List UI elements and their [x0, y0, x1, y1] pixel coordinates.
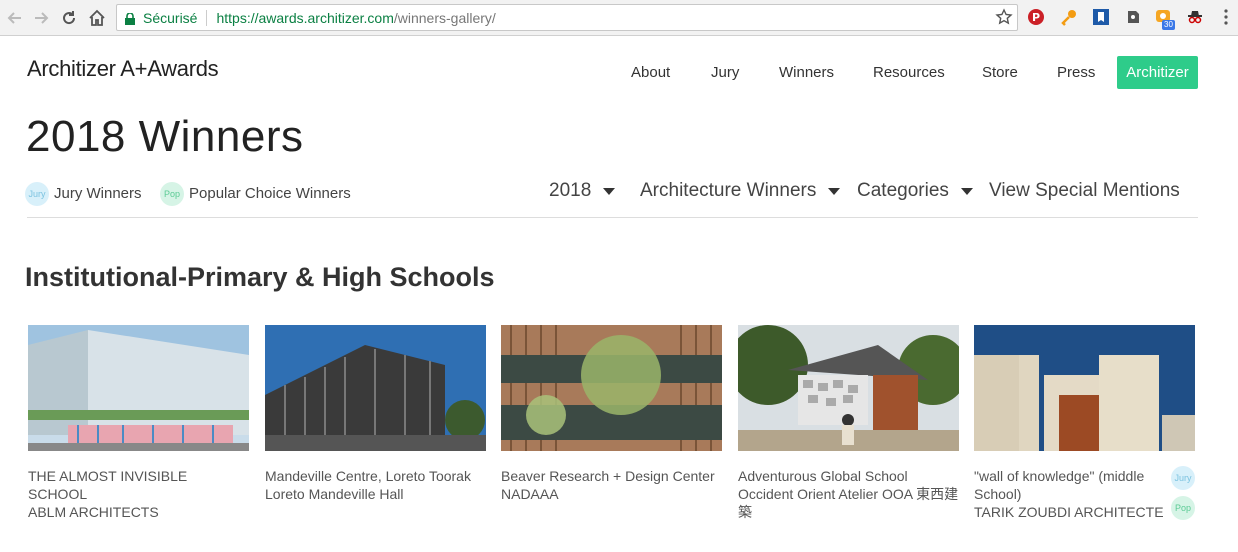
key-extension-icon[interactable]	[1060, 8, 1078, 26]
jury-badge-icon: Jury	[25, 182, 49, 206]
address-bar[interactable]: Sécurisé https://awards.architizer.com/w…	[116, 4, 1018, 31]
forward-arrow-icon[interactable]	[30, 7, 52, 29]
project-card[interactable]: Adventurous Global School Occident Orien…	[738, 325, 959, 521]
nav-about[interactable]: About	[631, 64, 670, 81]
divider	[27, 217, 1198, 218]
lock-icon	[125, 11, 135, 25]
popular-choice-label: Popular Choice Winners	[189, 185, 351, 202]
project-image[interactable]	[974, 325, 1195, 451]
menu-kebab-icon[interactable]	[1217, 8, 1235, 26]
extension-badge-count: 30	[1162, 20, 1175, 30]
url-text: https://awards.architizer.com/winners-ga…	[216, 10, 495, 26]
project-firm[interactable]: TARIK ZOUBDI ARCHITECTE	[974, 503, 1195, 521]
project-title[interactable]: THE ALMOST INVISIBLE SCHOOL	[28, 467, 249, 503]
page-title: 2018 Winners	[26, 112, 304, 161]
project-title[interactable]: "wall of knowledge" (middle School)	[974, 467, 1195, 503]
chevron-down-icon	[828, 187, 841, 195]
browser-toolbar: Sécurisé https://awards.architizer.com/w…	[0, 0, 1238, 36]
project-title[interactable]: Adventurous Global School	[738, 467, 959, 485]
incognito-icon[interactable]	[1186, 8, 1204, 26]
categories-dropdown[interactable]: Categories	[857, 180, 973, 202]
categories-label: Categories	[857, 180, 949, 201]
bookmark-extension-icon[interactable]	[1092, 8, 1110, 26]
project-firm[interactable]: Loreto Mandeville Hall	[265, 485, 486, 503]
extension-with-badge-icon[interactable]: 30	[1155, 8, 1175, 30]
nav-resources[interactable]: Resources	[873, 64, 945, 81]
nav-jury[interactable]: Jury	[711, 64, 739, 81]
year-dropdown[interactable]: 2018	[549, 180, 616, 202]
year-dropdown-label: 2018	[549, 180, 592, 201]
divider	[206, 9, 208, 26]
project-card[interactable]: Mandeville Centre, Loreto Toorak Loreto …	[265, 325, 486, 503]
winner-type-label: Architecture Winners	[640, 180, 817, 201]
project-card[interactable]: "wall of knowledge" (middle School) TARI…	[974, 325, 1195, 521]
special-mentions-link[interactable]: View Special Mentions	[989, 180, 1180, 202]
nav-winners[interactable]: Winners	[779, 64, 834, 81]
project-image[interactable]	[738, 325, 959, 451]
back-arrow-icon[interactable]	[4, 7, 26, 29]
jury-winners-label: Jury Winners	[54, 185, 142, 202]
nav-store[interactable]: Store	[982, 64, 1018, 81]
pinterest-icon[interactable]: P	[1027, 8, 1045, 26]
site-logo[interactable]: Architizer A+Awards	[27, 56, 219, 82]
pop-badge-icon: Pop	[1171, 496, 1195, 520]
section-title: Institutional-Primary & High Schools	[25, 262, 495, 292]
project-firm[interactable]: NADAAA	[501, 485, 722, 503]
bookmark-star-icon[interactable]	[995, 8, 1013, 29]
pop-badge-icon: Pop	[160, 182, 184, 206]
url-host: https://awards.architizer.com	[216, 9, 394, 26]
jury-badge-icon: Jury	[1171, 466, 1195, 490]
home-icon[interactable]	[86, 7, 108, 29]
project-title[interactable]: Beaver Research + Design Center	[501, 467, 722, 485]
architizer-button[interactable]: Architizer	[1117, 56, 1198, 89]
project-firm[interactable]: ABLM ARCHITECTS	[28, 503, 249, 521]
chevron-down-icon	[603, 187, 616, 195]
project-title[interactable]: Mandeville Centre, Loreto Toorak	[265, 467, 486, 485]
chevron-down-icon	[960, 187, 973, 195]
reload-icon[interactable]	[58, 7, 80, 29]
project-firm[interactable]: Occident Orient Atelier OOA 東西建築	[738, 485, 959, 521]
secure-label: Sécurisé	[143, 9, 198, 26]
project-image[interactable]	[501, 325, 722, 451]
svg-text:P: P	[1032, 11, 1040, 24]
project-image[interactable]	[28, 325, 249, 451]
winner-type-dropdown[interactable]: Architecture Winners	[640, 180, 841, 202]
evernote-icon[interactable]	[1124, 8, 1142, 26]
url-path: /winners-gallery/	[393, 9, 496, 26]
project-card[interactable]: THE ALMOST INVISIBLE SCHOOL ABLM ARCHITE…	[28, 325, 249, 521]
project-image[interactable]	[265, 325, 486, 451]
project-card[interactable]: Beaver Research + Design Center NADAAA	[501, 325, 722, 503]
nav-press[interactable]: Press	[1057, 64, 1095, 81]
